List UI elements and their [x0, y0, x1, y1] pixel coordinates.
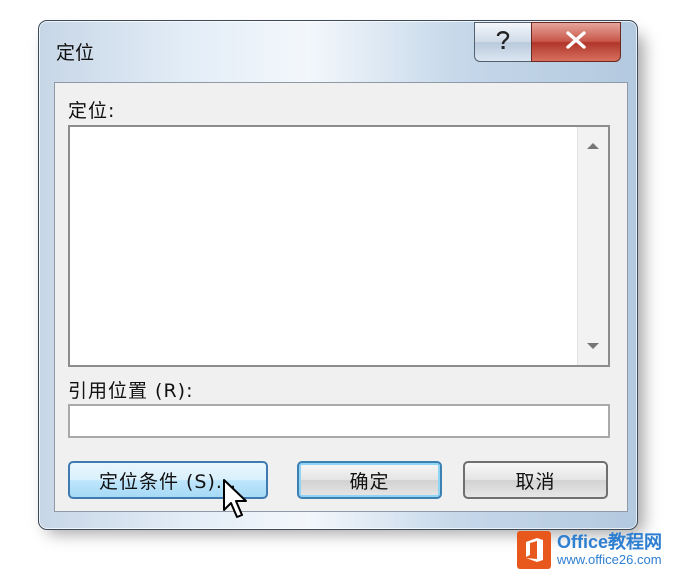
dialog-title: 定位 [56, 42, 95, 64]
watermark-url: www.office26.com [557, 551, 662, 567]
office-logo-icon [517, 531, 551, 569]
scroll-up-icon[interactable] [587, 143, 599, 149]
goto-label: 定位: [68, 100, 116, 122]
reference-label: 引用位置 (R): [68, 380, 194, 402]
reference-input[interactable] [68, 404, 610, 438]
watermark-title: Office教程网 [557, 531, 663, 552]
close-button[interactable] [531, 22, 621, 62]
goto-listbox[interactable] [68, 125, 610, 367]
close-icon [564, 31, 588, 53]
mouse-pointer-icon [222, 478, 250, 524]
question-mark-icon [494, 29, 512, 55]
cancel-button[interactable]: 取消 [463, 461, 608, 499]
ok-button[interactable]: 确定 [297, 461, 442, 499]
listbox-scrollbar[interactable] [577, 127, 608, 365]
scroll-down-icon[interactable] [587, 343, 599, 349]
help-button[interactable] [474, 22, 532, 62]
watermark: Office教程网 www.office26.com [517, 527, 681, 573]
